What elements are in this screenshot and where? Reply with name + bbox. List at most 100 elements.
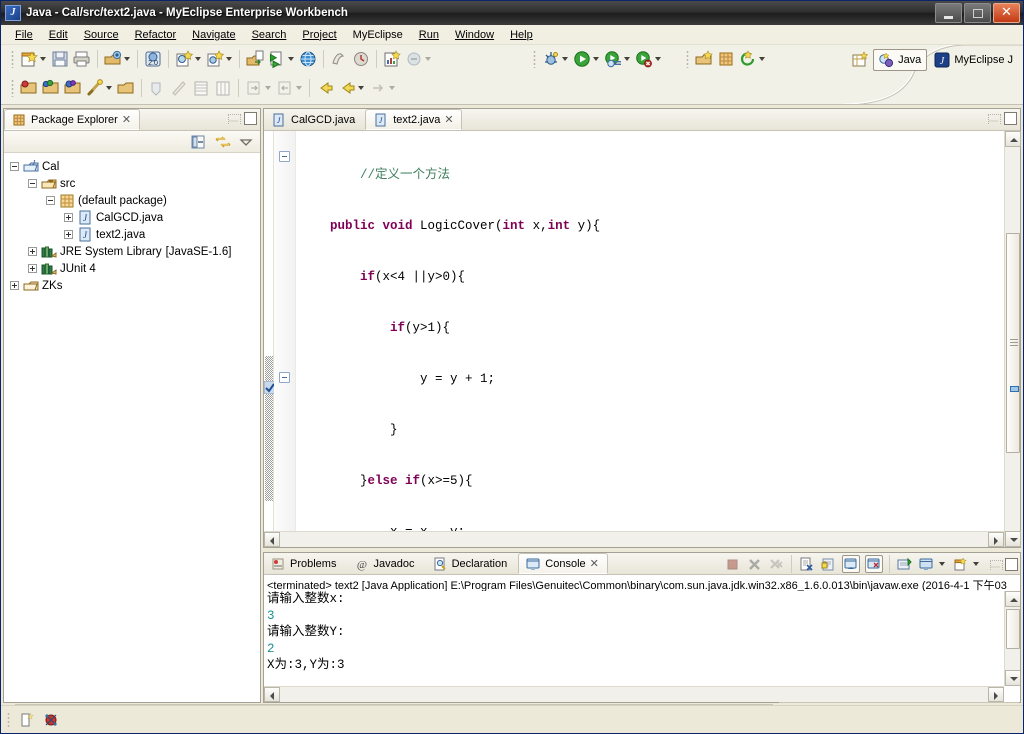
new-java-project-icon[interactable] xyxy=(205,49,225,69)
debug-icon[interactable] xyxy=(541,49,561,69)
scroll-up-icon[interactable] xyxy=(1005,131,1021,147)
menu-search[interactable]: Search xyxy=(244,27,295,43)
print-icon[interactable] xyxy=(72,49,92,69)
run-error-icon[interactable] xyxy=(634,49,654,69)
refresh-dropdown-icon[interactable] xyxy=(759,57,765,61)
new-java-package-icon[interactable] xyxy=(103,49,123,69)
wand-dropdown-icon[interactable] xyxy=(106,86,112,90)
back-dropdown-icon[interactable] xyxy=(358,86,364,90)
minimize-icon[interactable] xyxy=(989,558,1003,571)
open-folder-icon[interactable] xyxy=(116,78,136,98)
scroll-down-icon[interactable] xyxy=(1005,531,1021,547)
menu-refactor[interactable]: Refactor xyxy=(127,27,185,43)
tab-console[interactable]: Console ✕ xyxy=(518,553,608,574)
console-vertical-scrollbar[interactable] xyxy=(1004,591,1020,686)
menu-window[interactable]: Window xyxy=(447,27,502,43)
tree-item-calgcd-java[interactable]: J CalGCD.java xyxy=(4,209,260,226)
run-deploy-icon[interactable] xyxy=(267,49,287,69)
tree-item-src[interactable]: src xyxy=(4,175,260,192)
wand-icon[interactable] xyxy=(85,78,105,98)
menu-myeclipse[interactable]: MyEclipse xyxy=(345,27,411,43)
editor-vertical-scrollbar[interactable] xyxy=(1004,131,1021,547)
run-dropdown-icon[interactable] xyxy=(593,57,599,61)
tree-item-default-package[interactable]: (default package) xyxy=(4,192,260,209)
close-icon[interactable]: ✕ xyxy=(122,113,131,126)
fold-marker-icon[interactable] xyxy=(279,151,290,162)
view-menu-icon[interactable] xyxy=(239,135,253,149)
console-output-area[interactable]: 请输入整数x: 3 请输入整数Y: 2 X为:3,Y为:3 xyxy=(264,591,1020,686)
scroll-right-icon[interactable] xyxy=(988,687,1004,702)
link-icon[interactable] xyxy=(404,49,424,69)
expander-plus-icon[interactable] xyxy=(64,213,73,222)
scroll-right-icon[interactable] xyxy=(988,532,1004,547)
next-edit-dropdown-icon[interactable] xyxy=(389,86,395,90)
debug-dropdown-icon[interactable] xyxy=(562,57,568,61)
minimize-button[interactable] xyxy=(935,3,962,23)
tree-item-jre-system-library[interactable]: JRE System Library [JavaSE-1.6] xyxy=(4,243,260,260)
refresh-icon[interactable] xyxy=(738,49,758,69)
editor-gutter[interactable] xyxy=(274,131,296,547)
export-icon[interactable] xyxy=(245,49,265,69)
tree-item-zks[interactable]: ZKs xyxy=(4,277,260,294)
next-annotation-icon[interactable] xyxy=(244,78,264,98)
collapse-all-icon[interactable] xyxy=(189,133,207,151)
scroll-up-icon[interactable] xyxy=(1005,591,1020,607)
back-icon[interactable] xyxy=(337,78,357,98)
new-class-dropdown-icon[interactable] xyxy=(195,57,201,61)
expander-plus-icon[interactable] xyxy=(10,281,19,290)
close-icon[interactable]: ✕ xyxy=(444,113,453,126)
menu-edit[interactable]: Edit xyxy=(41,27,76,43)
remove-all-launches-icon[interactable] xyxy=(768,556,785,573)
expander-minus-icon[interactable] xyxy=(10,162,19,171)
annotation-icon[interactable] xyxy=(147,78,167,98)
open-console-menu-icon[interactable] xyxy=(973,562,979,566)
menu-navigate[interactable]: Navigate xyxy=(184,27,243,43)
run-icon[interactable] xyxy=(572,49,592,69)
close-icon[interactable]: ✕ xyxy=(590,557,599,570)
tree-item-cal[interactable]: J Cal xyxy=(4,158,260,175)
prev-annotation-dropdown-icon[interactable] xyxy=(296,86,302,90)
run-error-dropdown-icon[interactable] xyxy=(655,57,661,61)
console-horizontal-scrollbar[interactable] xyxy=(264,686,1004,702)
scroll-left-icon[interactable] xyxy=(264,532,280,547)
link-dropdown-icon[interactable] xyxy=(425,57,431,61)
scrollbar-thumb[interactable] xyxy=(1006,609,1020,649)
clear-console-icon[interactable] xyxy=(798,556,815,573)
open-browser-icon[interactable] xyxy=(298,49,318,69)
scroll-lock-icon[interactable] xyxy=(820,556,837,573)
menu-source[interactable]: Source xyxy=(76,27,127,43)
new-package-icon[interactable] xyxy=(716,49,736,69)
open-resource-icon[interactable] xyxy=(694,49,714,69)
new-console-view-icon[interactable] xyxy=(918,556,935,573)
next-annotation-dropdown-icon[interactable] xyxy=(265,86,271,90)
tab-problems[interactable]: Problems xyxy=(264,553,344,574)
tab-declaration[interactable]: Declaration xyxy=(426,553,516,574)
maximize-icon[interactable] xyxy=(1005,557,1018,571)
tab-text2-java[interactable]: J text2.java ✕ xyxy=(365,109,462,130)
perspective-java[interactable]: Java xyxy=(873,49,928,71)
editor-code[interactable]: //定义一个方法 public void LogicCover(int x,in… xyxy=(296,131,1004,547)
prev-annotation-icon[interactable] xyxy=(275,78,295,98)
next-edit-icon[interactable] xyxy=(368,78,388,98)
column-icon[interactable] xyxy=(213,78,233,98)
new-java-class-icon[interactable] xyxy=(174,49,194,69)
expander-plus-icon[interactable] xyxy=(28,247,37,256)
pin-console-icon[interactable] xyxy=(842,555,860,573)
perspective-myeclipse[interactable]: J MyEclipse J xyxy=(929,49,1019,71)
menu-help[interactable]: Help xyxy=(502,27,541,43)
run-last-icon[interactable] xyxy=(603,49,623,69)
quick-fix-icon[interactable] xyxy=(169,78,189,98)
new-wizard-icon[interactable] xyxy=(19,49,39,69)
fold-marker-icon[interactable] xyxy=(279,372,290,383)
expander-minus-icon[interactable] xyxy=(46,196,55,205)
forward-icon[interactable] xyxy=(315,78,335,98)
scroll-left-icon[interactable] xyxy=(264,687,280,702)
menu-run[interactable]: Run xyxy=(411,27,447,43)
overview-ruler-marker[interactable] xyxy=(1010,386,1019,392)
tab-package-explorer[interactable]: Package Explorer ✕ xyxy=(4,109,141,130)
editor-sash[interactable] xyxy=(263,131,277,547)
open-perspective-icon[interactable] xyxy=(850,50,870,70)
tree-item-text2-java[interactable]: J text2.java xyxy=(4,226,260,243)
open-folder-green-icon[interactable] xyxy=(63,78,83,98)
package-explorer-tree[interactable]: J Cal src (default package) J CalGCD.jav… xyxy=(4,153,260,702)
